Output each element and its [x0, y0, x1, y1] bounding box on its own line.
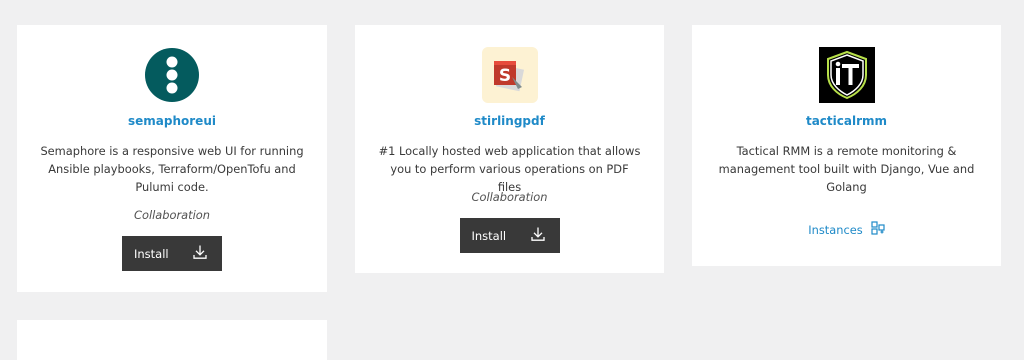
app-description: #1 Locally hosted web application that a… [378, 144, 641, 194]
app-card-tacticalrmm: tacticalrmm Tactical RMM is a remote mon… [692, 25, 1001, 266]
app-card-stirlingpdf: S stirlingpdf #1 Locally hosted web appl… [355, 25, 664, 273]
app-category: Collaboration [471, 190, 548, 204]
app-name-link[interactable]: semaphoreui [17, 114, 327, 128]
tactical-rmm-logo-icon [818, 47, 875, 103]
instances-link[interactable]: Instances [692, 221, 1001, 238]
semaphore-logo-icon [144, 47, 200, 103]
download-icon [530, 226, 546, 245]
install-button[interactable]: Install [122, 236, 222, 271]
install-button[interactable]: Install [459, 218, 560, 253]
download-icon [192, 244, 208, 263]
app-description: Tactical RMM is a remote monitoring & ma… [718, 144, 975, 194]
app-card-partial [17, 320, 327, 360]
app-category: Collaboration [134, 208, 210, 222]
app-card-semaphoreui: semaphoreui Semaphore is a responsive we… [17, 25, 327, 292]
app-name-link[interactable]: tacticalrmm [692, 114, 1001, 128]
svg-text:S: S [498, 66, 510, 86]
app-description: Semaphore is a responsive web UI for run… [40, 144, 304, 194]
app-name-link[interactable]: stirlingpdf [355, 114, 664, 128]
install-button-label: Install [471, 228, 507, 243]
instances-icon [871, 221, 885, 238]
instances-link-label: Instances [808, 222, 863, 237]
stirling-pdf-logo-icon: S [481, 47, 538, 103]
install-button-label: Install [134, 246, 169, 261]
